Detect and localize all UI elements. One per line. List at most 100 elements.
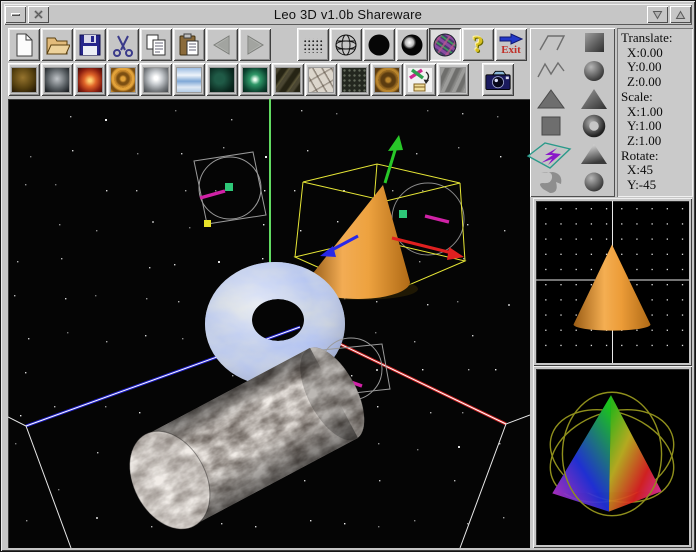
open-button[interactable] <box>41 28 73 61</box>
texture-sky-button[interactable] <box>173 63 205 96</box>
solid-render-button[interactable] <box>363 28 395 61</box>
save-button[interactable] <box>74 28 106 61</box>
minimize-button[interactable] <box>647 6 668 23</box>
exit-label: Exit <box>501 45 521 56</box>
wireframe-button[interactable] <box>330 28 362 61</box>
color-sphere-panel[interactable] <box>533 366 692 548</box>
square-icon <box>535 114 567 138</box>
open-polygon-icon <box>535 31 567 55</box>
texture-steel-button[interactable] <box>41 63 73 96</box>
lit-cone-tool-button[interactable] <box>575 142 613 167</box>
torus-tool-button[interactable] <box>575 114 613 139</box>
new-button[interactable] <box>8 28 40 61</box>
translate-label: Translate: <box>621 31 693 46</box>
magenta-handle <box>425 216 449 222</box>
triangle-icon <box>535 87 567 111</box>
floor-corner-left <box>8 417 71 548</box>
triangle-down-icon <box>652 10 663 20</box>
forward-arrow-icon <box>242 32 268 58</box>
rotate-x-value: X:45 <box>621 163 693 178</box>
sphere-tool-button[interactable] <box>575 58 613 83</box>
cut-button[interactable] <box>107 28 139 61</box>
texture-silver-button[interactable] <box>140 63 172 96</box>
polyline-tool-button[interactable] <box>532 58 570 83</box>
paste-button[interactable] <box>173 28 205 61</box>
texture-green-marble-button[interactable] <box>206 63 238 96</box>
main-toolbar: ? Exit <box>8 28 528 61</box>
open-polygon-tool-button[interactable] <box>532 31 570 56</box>
maximize-button[interactable] <box>670 6 691 23</box>
cube-tool-button[interactable] <box>575 31 613 56</box>
lit-cone-icon <box>578 142 610 166</box>
green-handle <box>399 210 407 218</box>
bronze-texture-icon <box>11 67 37 93</box>
magenta-handle <box>200 191 225 198</box>
ellipsoid-tool-button[interactable] <box>575 169 613 194</box>
titlebar: Leo 3D v1.0b Shareware <box>4 4 692 25</box>
forward-button[interactable] <box>239 28 271 61</box>
texture-dark-speckle-button[interactable] <box>338 63 370 96</box>
help-icon: ? <box>472 33 484 56</box>
sky-clouds-texture-icon <box>176 67 202 93</box>
close-button[interactable] <box>28 6 49 23</box>
cone-preview[interactable] <box>574 245 651 331</box>
texture-white-stone-button[interactable] <box>305 63 337 96</box>
camera-icon <box>485 67 511 93</box>
main-viewport[interactable] <box>8 99 530 548</box>
scale-y-value: Y:1.00 <box>621 119 693 134</box>
extrude-tool-button-selected[interactable] <box>532 142 570 167</box>
status-panel: Translate: X:0.00 Y:0.00 Z:0.00 Scale: X… <box>617 28 693 197</box>
polygon-tool-button[interactable] <box>532 86 570 111</box>
white-stone-texture-icon <box>308 67 334 93</box>
sphere-manipulator[interactable] <box>194 152 266 227</box>
gold-rings-texture-icon <box>110 67 136 93</box>
texture-emerald-button[interactable] <box>239 63 271 96</box>
cone-icon <box>578 87 610 111</box>
cone-tool-button[interactable] <box>575 86 613 111</box>
copy-button[interactable] <box>140 28 172 61</box>
cube-icon <box>578 31 610 55</box>
texture-lava-button[interactable] <box>74 63 106 96</box>
extrude-selected-icon <box>526 140 572 170</box>
green-marble-texture-icon <box>209 67 235 93</box>
rotate-label: Rotate: <box>621 149 693 164</box>
green-handle <box>225 183 233 191</box>
shaded-render-button[interactable] <box>396 28 428 61</box>
yellow-handle <box>204 220 211 227</box>
selected-cone-object[interactable] <box>295 135 465 300</box>
paste-clipboard-icon <box>176 32 202 58</box>
back-button[interactable] <box>206 28 238 61</box>
close-icon <box>33 9 44 20</box>
copy-icon <box>143 32 169 58</box>
texture-gold-button[interactable] <box>107 63 139 96</box>
textured-sphere-icon <box>432 32 458 58</box>
texture-bronze-button[interactable] <box>8 63 40 96</box>
system-menu-button[interactable] <box>5 6 26 23</box>
translate-z-value: Z:0.00 <box>621 75 693 90</box>
help-button[interactable]: ? <box>462 28 494 61</box>
texture-toolbar <box>8 63 515 96</box>
scale-z-value: Z:1.00 <box>621 134 693 149</box>
triangle-up-icon <box>675 10 686 20</box>
exit-button[interactable]: Exit <box>495 28 527 61</box>
texture-gray-stone-button[interactable] <box>437 63 469 96</box>
camera-button[interactable] <box>482 63 514 96</box>
window-title: Leo 3D v1.0b Shareware <box>50 7 646 22</box>
scale-label: Scale: <box>621 90 693 105</box>
emerald-texture-icon <box>242 67 268 93</box>
texture-olive-marble-button[interactable] <box>272 63 304 96</box>
textured-render-button[interactable] <box>429 28 461 61</box>
sweep-tool-button[interactable] <box>532 169 570 194</box>
grid-button[interactable] <box>297 28 329 61</box>
front-view-panel[interactable] <box>533 198 692 366</box>
dark-speckle-texture-icon <box>341 67 367 93</box>
dot-grid-icon <box>300 32 326 58</box>
ellipsoid-icon <box>578 170 610 194</box>
floor-corner-right <box>460 415 530 548</box>
silver-texture-icon <box>143 67 169 93</box>
rectangle-tool-button[interactable] <box>532 114 570 139</box>
tool-palette <box>530 28 615 197</box>
apply-texture-button[interactable] <box>404 63 436 96</box>
texture-wood-rings-button[interactable] <box>371 63 403 96</box>
back-arrow-icon <box>209 32 235 58</box>
